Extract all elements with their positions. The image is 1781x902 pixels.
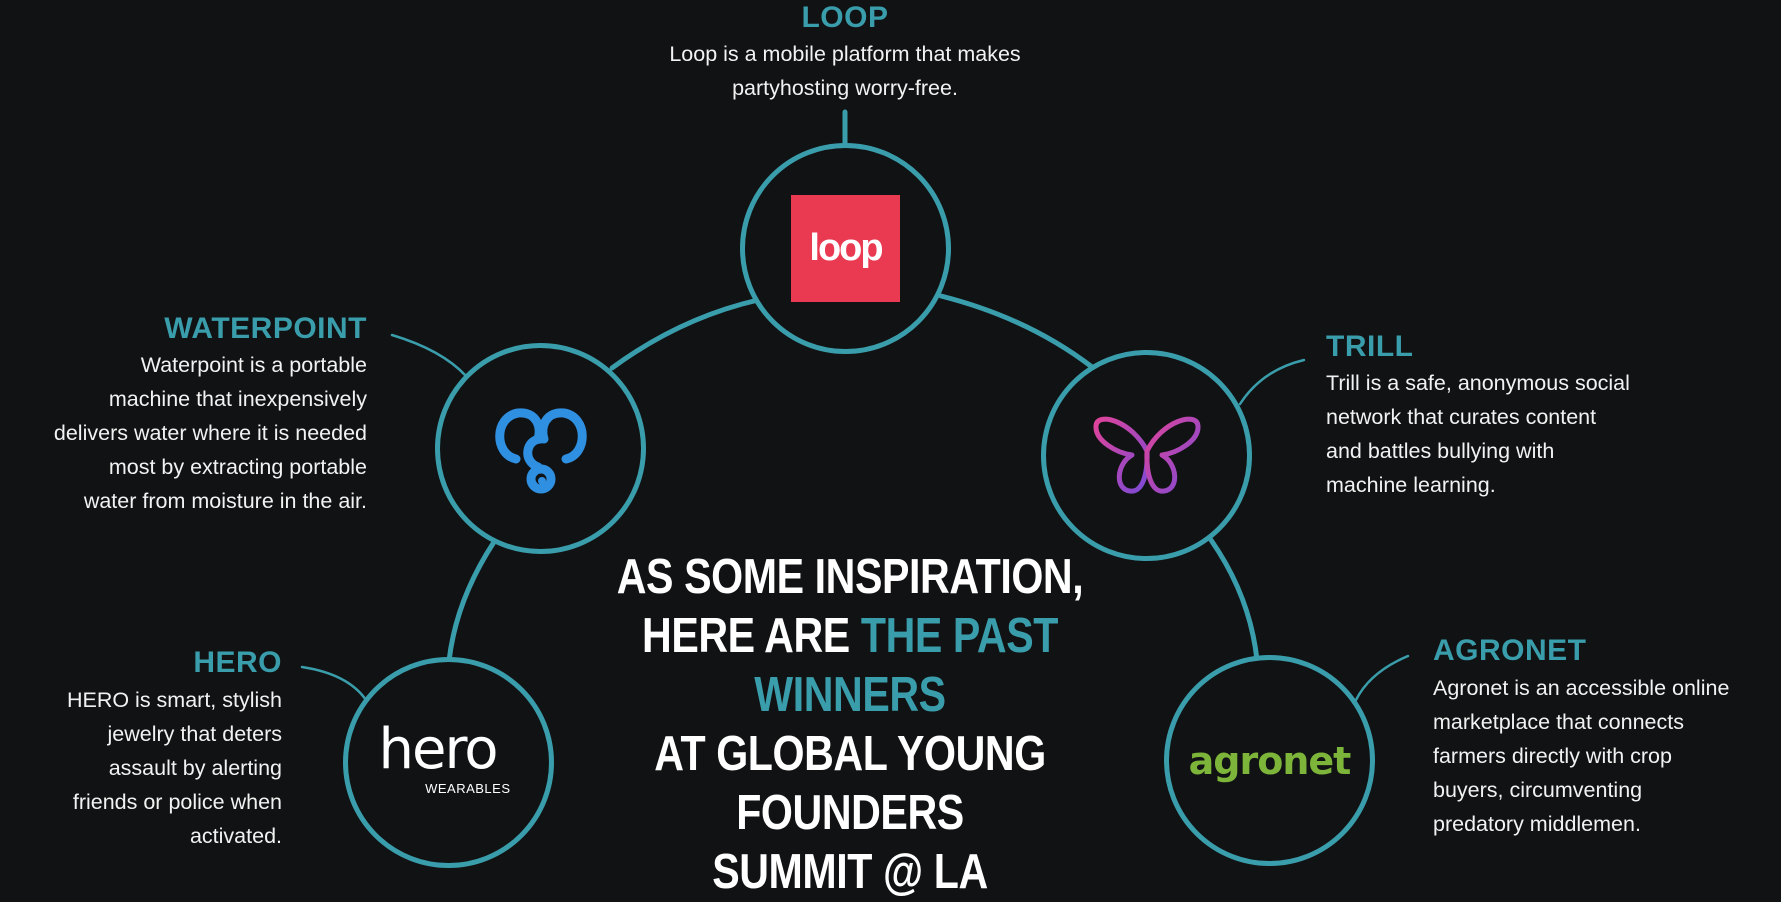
headline-line2-prefix: HERE ARE	[642, 609, 861, 663]
hero-title: HERO	[193, 646, 282, 679]
waterpoint-description-line: water from moisture in the air.	[83, 489, 367, 513]
trill-description-line: and battles bullying with	[1326, 439, 1555, 463]
headline-line3: AT GLOBAL YOUNG FOUNDERS	[654, 727, 1046, 840]
agronet-description-line: farmers directly with crop	[1433, 744, 1672, 768]
hero-logo-text: hero	[378, 716, 499, 782]
hero-node[interactable]: hero WEARABLES	[343, 657, 554, 868]
hero-description-line: HERO is smart, stylish	[66, 688, 282, 712]
headline-line4: SUMMIT @ LA	[712, 845, 988, 899]
waterpoint-description-line: machine that inexpensively	[108, 387, 367, 411]
loop-description: Loop is a mobile platform that makes par…	[600, 37, 1090, 105]
trill-description-line: network that curates content	[1326, 405, 1597, 429]
waterpoint-title: WATERPOINT	[164, 312, 367, 345]
water-drop-logo-icon	[494, 407, 587, 493]
headline-line2: HERE ARE THE PAST WINNERS	[590, 607, 1111, 725]
agronet-description-line: Agronet is an accessible online	[1433, 676, 1730, 700]
trill-description-line: machine learning.	[1326, 473, 1496, 497]
trill-description: Trill is a safe, anonymous social networ…	[1326, 366, 1746, 502]
trill-description-line: Trill is a safe, anonymous social	[1326, 371, 1630, 395]
butterfly-logo-icon	[1093, 416, 1200, 494]
trill-title: TRILL	[1326, 330, 1414, 363]
headline: AS SOME INSPIRATION, HERE ARE THE PAST W…	[590, 548, 1111, 902]
trill-node[interactable]	[1041, 350, 1252, 561]
loop-title: LOOP	[801, 1, 889, 34]
loop-description-line: Loop is a mobile platform that makes	[669, 42, 1021, 66]
loop-logo-icon: loop	[791, 195, 900, 302]
agronet-description-line: marketplace that connects	[1433, 710, 1684, 734]
leader-agronet	[1354, 654, 1410, 702]
waterpoint-description-line: most by extracting portable	[108, 455, 367, 479]
agronet-description: Agronet is an accessible online marketpl…	[1433, 671, 1781, 841]
agronet-description-line: buyers, circumventing	[1433, 778, 1643, 802]
leader-trill	[1238, 358, 1306, 406]
waterpoint-description-line: Waterpoint is a portable	[140, 353, 367, 377]
hero-description-line: jewelry that deters	[107, 722, 282, 746]
loop-node[interactable]: loop	[740, 143, 951, 354]
agronet-logo-icon: agronet	[1188, 738, 1352, 783]
hero-description-line: friends or police when	[72, 790, 282, 814]
hero-description-line: activated.	[189, 824, 282, 848]
arc-trill-agronet	[1208, 537, 1260, 663]
arc-loop-waterpoint	[609, 297, 761, 371]
arc-waterpoint-hero	[446, 539, 497, 664]
loop-logo-text: loop	[809, 227, 883, 269]
waterpoint-description-line: delivers water where it is needed	[53, 421, 367, 445]
waterpoint-node[interactable]	[435, 343, 646, 554]
hero-logo-subtext: WEARABLES	[425, 780, 511, 796]
hero-logo-icon: hero WEARABLES	[379, 717, 519, 803]
hero-description-line: assault by alerting	[108, 756, 282, 780]
loop-description-line: partyhosting worry-free.	[732, 76, 958, 100]
leader-hero	[300, 665, 368, 702]
agronet-description-line: predatory middlemen.	[1433, 812, 1641, 836]
arc-loop-trill	[938, 293, 1095, 370]
headline-line1: AS SOME INSPIRATION,	[616, 550, 1084, 604]
hero-description: HERO is smart, stylish jewelry that dete…	[0, 683, 282, 853]
agronet-title: AGRONET	[1433, 634, 1587, 667]
leader-waterpoint	[390, 333, 468, 378]
agronet-node[interactable]: agronet	[1164, 655, 1375, 866]
waterpoint-description: Waterpoint is a portable machine that in…	[0, 348, 367, 518]
